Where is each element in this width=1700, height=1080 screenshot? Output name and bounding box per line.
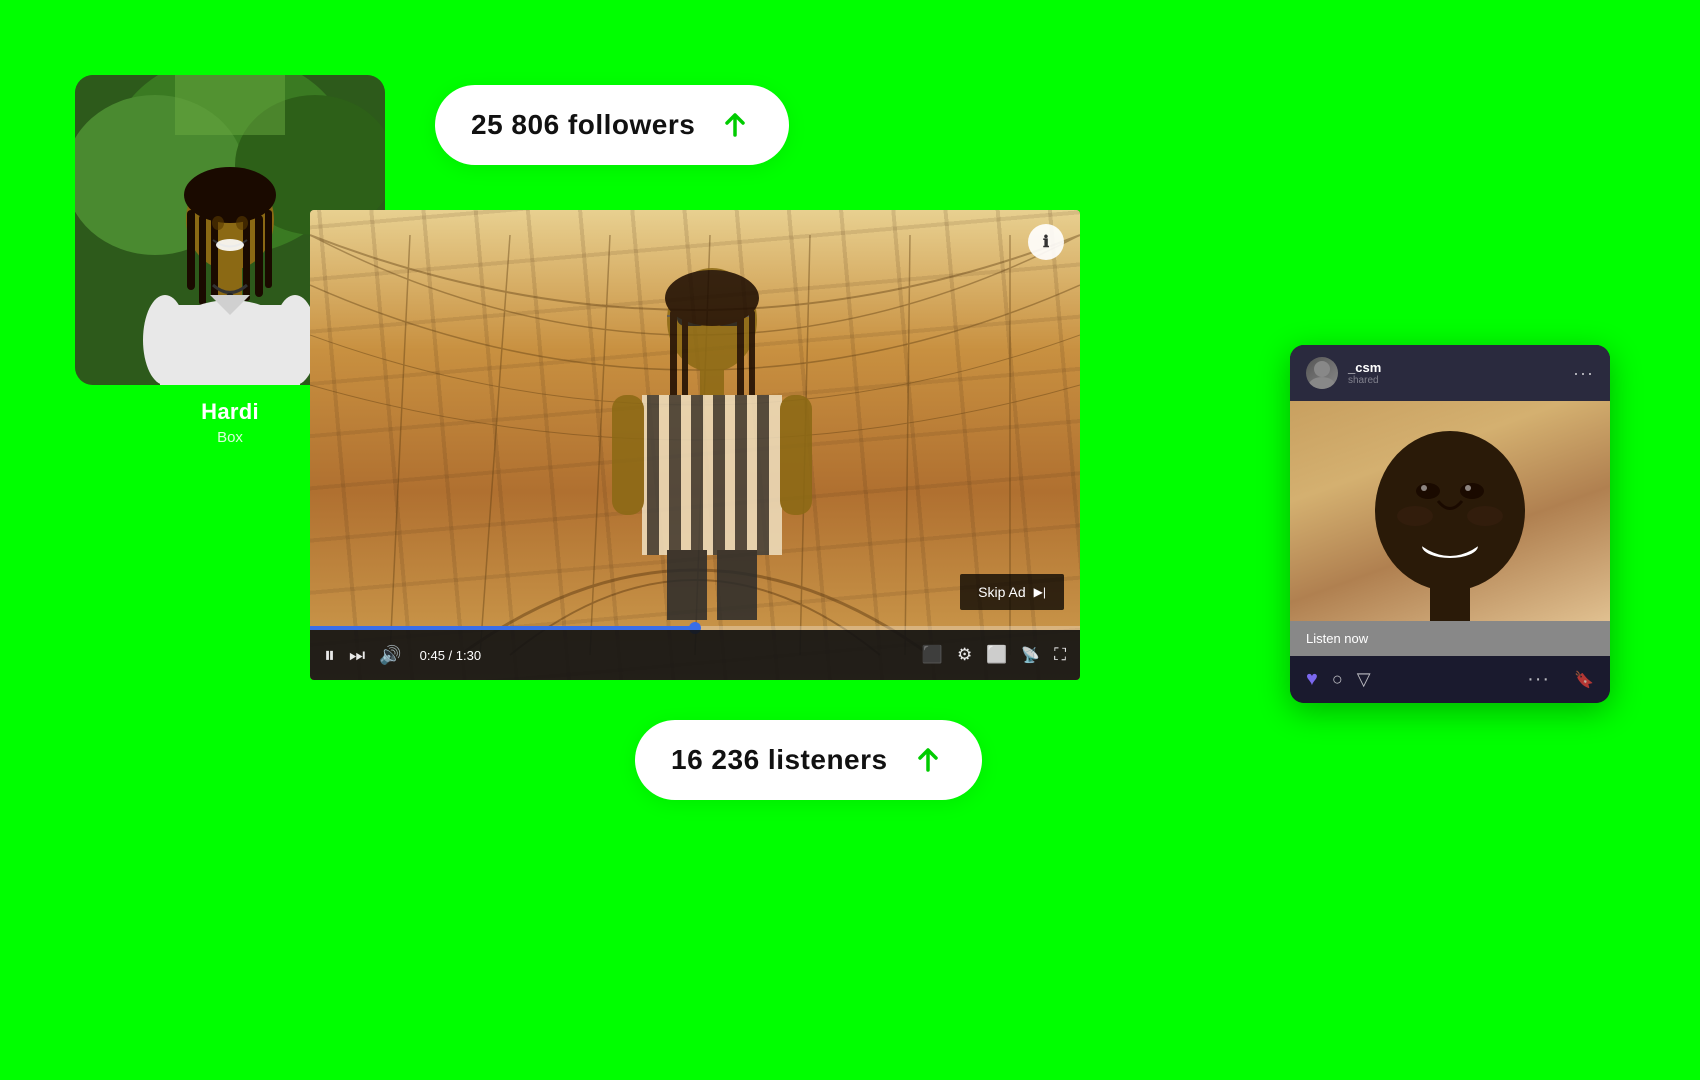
artist-subtitle: Box [217,429,243,446]
time-display: 0:45 / 1:30 [420,648,481,663]
spotify-header-left: _csm shared [1306,357,1381,389]
controls-bar: ⏸ ⏭ 🔊 0:45 / 1:30 ⬛ ⚙ ⬜ 📡 ⛶ [310,630,1080,680]
spotify-card: _csm shared ··· [1290,345,1610,703]
spotify-more-dots[interactable]: ··· [1527,668,1550,691]
followers-up-arrow-icon [717,107,753,143]
listeners-up-arrow-icon [910,742,946,778]
spotify-header-dots[interactable]: ··· [1573,363,1594,384]
spotify-heart-icon[interactable]: ♥ [1306,668,1318,691]
pause-button[interactable]: ⏸ [324,642,335,668]
followers-badge: 25 806 followers [435,85,789,165]
info-button[interactable]: ℹ [1028,224,1064,260]
subtitles-button[interactable]: ⬛ [922,645,943,665]
spotify-avatar [1306,357,1338,389]
spotify-card-image [1290,401,1610,621]
spotify-bookmark-icon[interactable]: 🔖 [1574,670,1594,690]
listeners-badge: 16 236 listeners [635,720,982,800]
artist-name: Hardi [201,399,259,425]
followers-count: 25 806 followers [471,109,695,141]
video-thumbnail: ℹ Skip Ad ▶| [310,210,1080,680]
settings-button[interactable]: ⚙ [957,645,972,665]
spotify-filter-icon[interactable]: ▽ [1357,669,1371,690]
video-person-svg [542,240,882,620]
skip-ad-button[interactable]: Skip Ad ▶| [960,574,1064,610]
skip-next-icon: ▶| [1034,585,1046,599]
next-button[interactable]: ⏭ [349,645,365,666]
spotify-meta: shared [1348,375,1381,386]
listeners-count: 16 236 listeners [671,744,888,776]
volume-button[interactable]: 🔊 [379,645,401,666]
cast-button[interactable]: 📡 [1021,646,1040,664]
spotify-listen-bar: Listen now [1290,621,1610,656]
spotify-username: _csm [1348,360,1381,375]
fullscreen-button[interactable]: ⛶ [1054,645,1066,665]
miniplayer-button[interactable]: ⬜ [986,645,1007,665]
spotify-listen-now-label[interactable]: Listen now [1306,631,1368,646]
video-player[interactable]: ℹ Skip Ad ▶| ⏸ ⏭ 🔊 0:45 / 1:30 ⬛ ⚙ ⬜ 📡 ⛶ [310,210,1080,680]
spotify-actions-bar: ♥ ○ ▽ ··· 🔖 [1290,656,1610,703]
spotify-circle-icon[interactable]: ○ [1332,669,1343,690]
spotify-image-person-svg [1350,421,1550,621]
spotify-card-header: _csm shared ··· [1290,345,1610,401]
info-icon: ℹ [1043,232,1049,252]
skip-ad-label: Skip Ad [978,584,1025,600]
spotify-user-info: _csm shared [1348,360,1381,386]
